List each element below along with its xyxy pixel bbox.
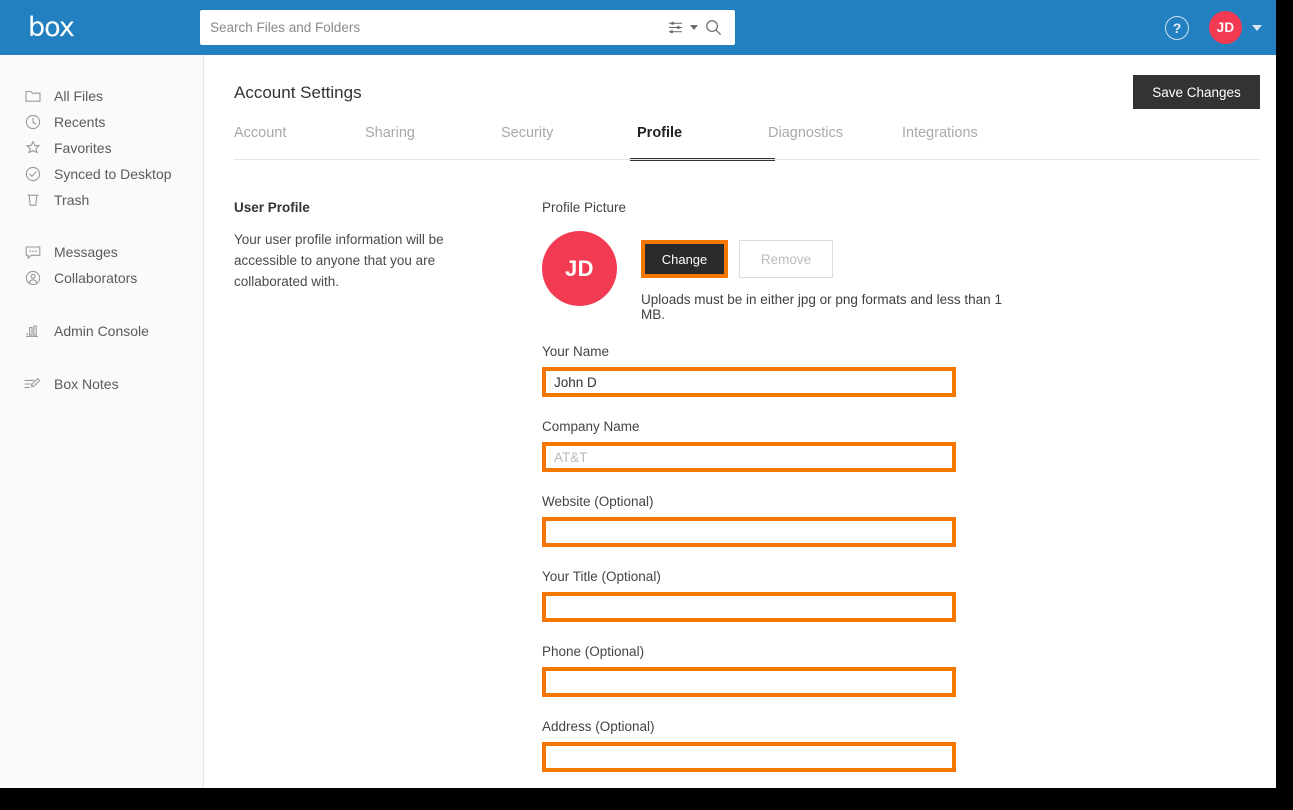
your-title-highlight [542,592,956,622]
sidebar-item-admin-console[interactable]: Admin Console [0,318,203,344]
avatar: JD [542,231,617,306]
box-logo[interactable]: box [28,12,98,44]
field-website: Website (Optional) [542,494,1012,547]
address-input[interactable] [546,746,952,768]
top-navigation-bar: box Search Files and Folders ? JD [0,0,1276,55]
field-your-title: Your Title (Optional) [542,569,1012,622]
field-company-name: Company Name [542,419,1012,472]
search-input[interactable] [200,11,668,44]
your-name-input[interactable] [546,371,952,393]
search-bar [200,10,735,45]
sidebar-item-label: Recents [54,114,106,130]
sidebar-divider [0,213,203,239]
help-circle-icon[interactable]: ? [1165,15,1189,40]
check-circle-icon [24,166,41,183]
app-window: box Search Files and Folders ? JD All Fi… [0,0,1276,788]
sidebar: All Files Recents Favorites Synced to De… [0,55,204,788]
company-name-highlight [542,442,956,472]
your-name-highlight [542,367,956,397]
profile-form: Profile Picture JD Change Remove Uploads… [542,200,1012,772]
tabs-divider [234,159,1260,160]
your-title-input[interactable] [546,596,952,618]
section-heading: User Profile [234,200,310,215]
field-label: Your Title (Optional) [542,569,661,584]
tab-sharing[interactable]: Sharing [365,125,501,161]
profile-picture-label: Profile Picture [542,200,627,215]
bar-chart-icon [24,323,41,340]
sidebar-item-recents[interactable]: Recents [0,109,203,135]
field-label: Your Name [542,344,610,359]
settings-tabs: Account Sharing Security Profile Diagnos… [234,125,1260,161]
field-address: Address (Optional) [542,719,1012,772]
sidebar-item-label: Admin Console [54,323,149,339]
sidebar-item-favorites[interactable]: Favorites [0,135,203,161]
sliders-icon[interactable] [668,20,683,35]
sidebar-item-all-files[interactable]: All Files [0,83,203,109]
company-name-input[interactable] [546,446,952,468]
search-tools [668,19,735,36]
top-bar-actions: ? JD [1165,0,1262,55]
field-phone: Phone (Optional) [542,644,1012,697]
upload-requirements-note: Uploads must be in either jpg or png for… [641,292,1002,322]
clock-icon [24,114,41,131]
message-icon [24,244,41,261]
trash-icon [24,192,41,209]
phone-input[interactable] [546,671,952,693]
sidebar-item-messages[interactable]: Messages [0,239,203,265]
sidebar-item-label: All Files [54,88,104,104]
sidebar-item-trash[interactable]: Trash [0,187,203,213]
sidebar-item-label: Messages [54,244,118,260]
field-label: Company Name [542,419,640,434]
website-input[interactable] [546,521,952,543]
remove-picture-button[interactable]: Remove [739,240,833,278]
search-icon[interactable] [705,19,722,36]
main-content: Account Settings Save Changes Account Sh… [205,55,1276,788]
avatar[interactable]: JD [1209,11,1242,44]
sidebar-item-synced-to-desktop[interactable]: Synced to Desktop [0,161,203,187]
address-highlight [542,742,956,772]
field-your-name: Your Name [542,344,1012,397]
sidebar-item-label: Trash [54,192,90,208]
sidebar-item-label: Favorites [54,140,112,156]
field-label: Website (Optional) [542,494,654,509]
tab-account[interactable]: Account [234,125,365,161]
profile-picture-actions: Change Remove Uploads must be in either … [641,231,1012,322]
field-label: Phone (Optional) [542,644,645,659]
sidebar-item-label: Collaborators [54,270,138,286]
save-changes-button[interactable]: Save Changes [1133,75,1260,109]
tab-profile[interactable]: Profile [630,125,775,161]
profile-picture-row: JD Change Remove Uploads must be in eith… [542,231,1012,322]
sidebar-item-collaborators[interactable]: Collaborators [0,265,203,291]
user-circle-icon [24,270,41,287]
sidebar-item-box-notes[interactable]: Box Notes [0,371,203,397]
field-label: Address (Optional) [542,719,655,734]
phone-highlight [542,667,956,697]
sidebar-item-label: Synced to Desktop [54,166,172,182]
sidebar-divider [0,344,203,371]
chevron-down-icon[interactable] [690,25,698,30]
star-icon [24,140,41,157]
tab-integrations[interactable]: Integrations [902,125,978,161]
section-body-text: Your user profile information will be ac… [234,232,444,289]
profile-picture-buttons: Change Remove [641,240,1012,278]
user-profile-description: User Profile Your user profile informati… [234,200,484,292]
change-picture-button[interactable]: Change [645,244,724,274]
change-button-highlight: Change [641,240,728,278]
tab-security[interactable]: Security [501,125,637,161]
notes-pencil-icon [24,376,41,393]
tab-diagnostics[interactable]: Diagnostics [768,125,902,161]
chevron-down-icon[interactable] [1252,24,1262,31]
page-title: Account Settings [234,83,362,102]
sidebar-item-label: Box Notes [54,376,119,392]
sidebar-divider [0,291,203,318]
folder-icon [24,88,41,105]
website-highlight [542,517,956,547]
